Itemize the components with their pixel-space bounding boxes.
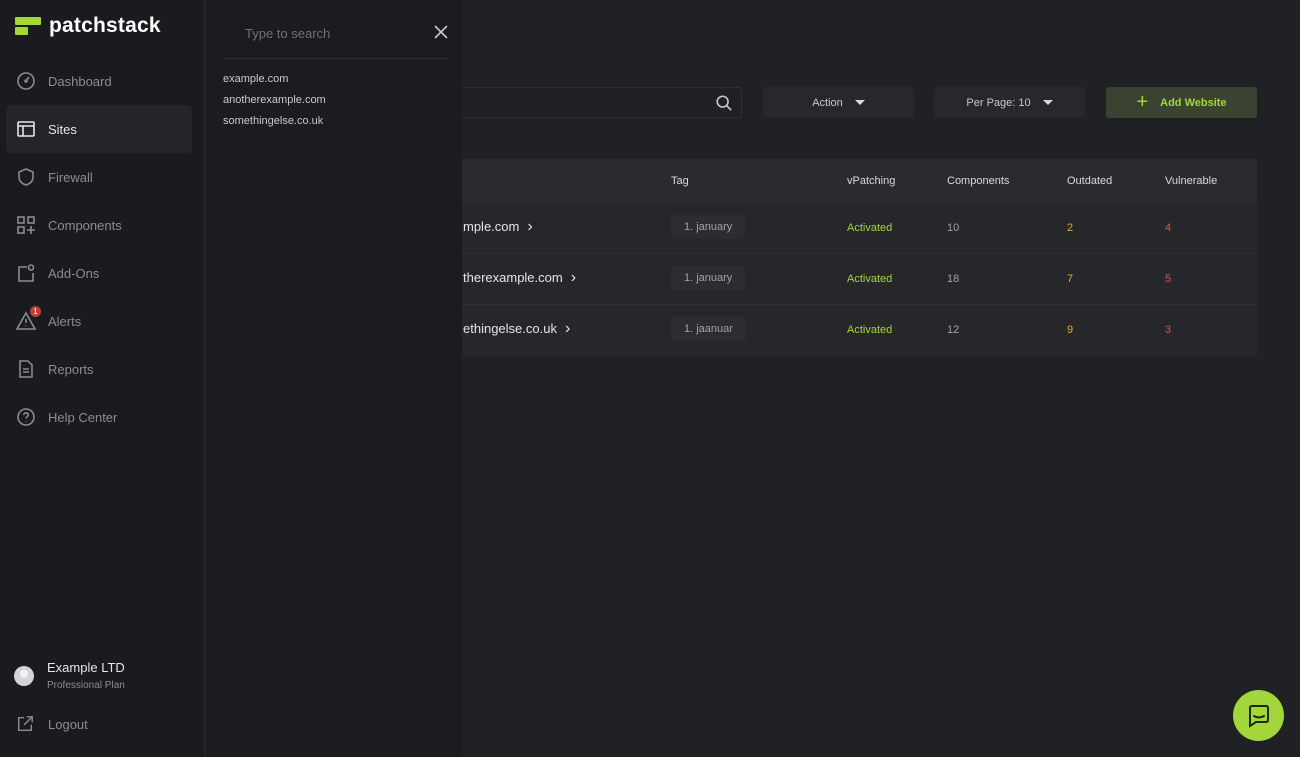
account-plan: Professional Plan	[47, 680, 125, 691]
vpatching-status: Activated	[847, 222, 893, 234]
site-link[interactable]: mple.com ›	[463, 218, 533, 235]
sites-table: Tag vPatching Components Outdated Vulner…	[440, 159, 1257, 357]
caret-down-icon	[1042, 100, 1053, 105]
close-icon	[434, 25, 448, 39]
sidebar-item-reports[interactable]: Reports	[6, 345, 192, 393]
per-page-dropdown[interactable]: Per Page: 10	[934, 87, 1085, 118]
tag-badge[interactable]: 1. jaanuar	[671, 317, 746, 341]
close-button[interactable]	[433, 24, 449, 40]
chat-icon	[1248, 704, 1269, 728]
site-link[interactable]: therexample.com ›	[463, 269, 577, 286]
outdated-count: 9	[1067, 324, 1074, 336]
chevron-right-icon: ›	[527, 218, 533, 235]
column-header-vulnerable[interactable]: Vulnerable	[1165, 175, 1217, 187]
site-name: ethingelse.co.uk	[463, 321, 557, 336]
search-result-item[interactable]: anotherexample.com	[223, 93, 326, 114]
plus-icon: +	[1136, 90, 1149, 113]
site-search-field[interactable]	[440, 87, 742, 118]
logo-text: patchstack	[49, 14, 161, 37]
search-panel-header	[223, 16, 449, 59]
sidebar: patchstack Dashboard Sites Firewall Comp…	[0, 0, 205, 757]
dashboard-icon	[16, 71, 36, 91]
search-results: example.com anotherexample.com something…	[223, 72, 326, 135]
search-icon	[716, 95, 732, 111]
vulnerable-count: 3	[1165, 324, 1172, 336]
report-icon	[16, 359, 36, 379]
search-input[interactable]	[245, 26, 415, 41]
sidebar-item-addons[interactable]: Add-Ons	[6, 249, 192, 297]
add-website-button[interactable]: + Add Website	[1106, 87, 1257, 118]
sidebar-item-components[interactable]: Components	[6, 201, 192, 249]
logout-label: Logout	[48, 716, 88, 732]
search-result-item[interactable]: somethingelse.co.uk	[223, 114, 326, 135]
column-header-outdated[interactable]: Outdated	[1067, 175, 1112, 187]
sidebar-item-label: Components	[48, 217, 122, 233]
avatar	[14, 666, 34, 686]
addons-icon	[16, 263, 36, 283]
table-row[interactable]: therexample.com › 1. january Activated 18…	[440, 254, 1257, 305]
chat-launcher-button[interactable]	[1233, 690, 1284, 741]
sidebar-item-label: Reports	[48, 361, 94, 377]
per-page-label: Per Page: 10	[966, 96, 1031, 109]
sidebar-item-label: Dashboard	[48, 73, 112, 89]
account-name: Example LTD	[47, 660, 125, 675]
table-row[interactable]: mple.com › 1. january Activated 10 2 4	[440, 203, 1257, 254]
action-dropdown-label: Action	[812, 96, 843, 109]
external-link-icon	[17, 716, 33, 732]
components-count: 18	[947, 273, 960, 285]
add-website-label: Add Website	[1160, 96, 1227, 109]
components-count: 10	[947, 222, 960, 234]
tag-badge[interactable]: 1. january	[671, 215, 746, 239]
vpatching-status: Activated	[847, 324, 893, 336]
tag-badge[interactable]: 1. january	[671, 266, 746, 290]
sidebar-item-help-center[interactable]: Help Center	[6, 393, 192, 441]
sidebar-item-firewall[interactable]: Firewall	[6, 153, 192, 201]
sidebar-item-sites[interactable]: Sites	[6, 105, 192, 153]
sidebar-item-label: Firewall	[48, 169, 93, 185]
vpatching-status: Activated	[847, 273, 893, 285]
outdated-count: 2	[1067, 222, 1074, 234]
site-name: therexample.com	[463, 270, 563, 285]
column-header-components[interactable]: Components	[947, 175, 1009, 187]
site-link[interactable]: ethingelse.co.uk ›	[463, 320, 571, 337]
vulnerable-count: 4	[1165, 222, 1172, 234]
alerts-badge: 1	[30, 306, 41, 317]
column-header-tag[interactable]: Tag	[671, 175, 689, 187]
sidebar-item-label: Help Center	[48, 409, 118, 425]
sidebar-nav: Dashboard Sites Firewall Components Add-…	[6, 57, 192, 441]
components-count: 12	[947, 324, 960, 336]
caret-down-icon	[854, 100, 865, 105]
chevron-right-icon: ›	[570, 269, 577, 286]
action-dropdown[interactable]: Action	[763, 87, 914, 118]
chevron-right-icon: ›	[564, 320, 571, 337]
components-icon	[16, 215, 36, 235]
sidebar-item-dashboard[interactable]: Dashboard	[6, 57, 192, 105]
logo-mark-icon	[15, 17, 41, 35]
table-row[interactable]: ethingelse.co.uk › 1. jaanuar Activated 1…	[440, 305, 1257, 356]
vulnerable-count: 5	[1165, 273, 1172, 285]
site-name: mple.com	[463, 219, 520, 234]
search-result-item[interactable]: example.com	[223, 72, 326, 93]
table-header: Tag vPatching Components Outdated Vulner…	[440, 159, 1257, 203]
help-icon	[16, 407, 36, 427]
sites-icon	[16, 119, 36, 139]
account-info[interactable]: Example LTD Professional Plan	[14, 660, 125, 691]
column-header-vpatching[interactable]: vPatching	[847, 175, 895, 187]
outdated-count: 7	[1067, 273, 1074, 285]
search-panel: example.com anotherexample.com something…	[206, 0, 462, 757]
sidebar-item-label: Sites	[48, 121, 77, 137]
sidebar-item-label: Add-Ons	[48, 265, 100, 281]
sidebar-item-label: Alerts	[48, 313, 82, 329]
shield-icon	[16, 167, 36, 187]
logo[interactable]: patchstack	[15, 14, 161, 38]
sidebar-item-alerts[interactable]: 1 Alerts	[6, 297, 192, 345]
logout-button[interactable]: Logout	[16, 715, 88, 733]
